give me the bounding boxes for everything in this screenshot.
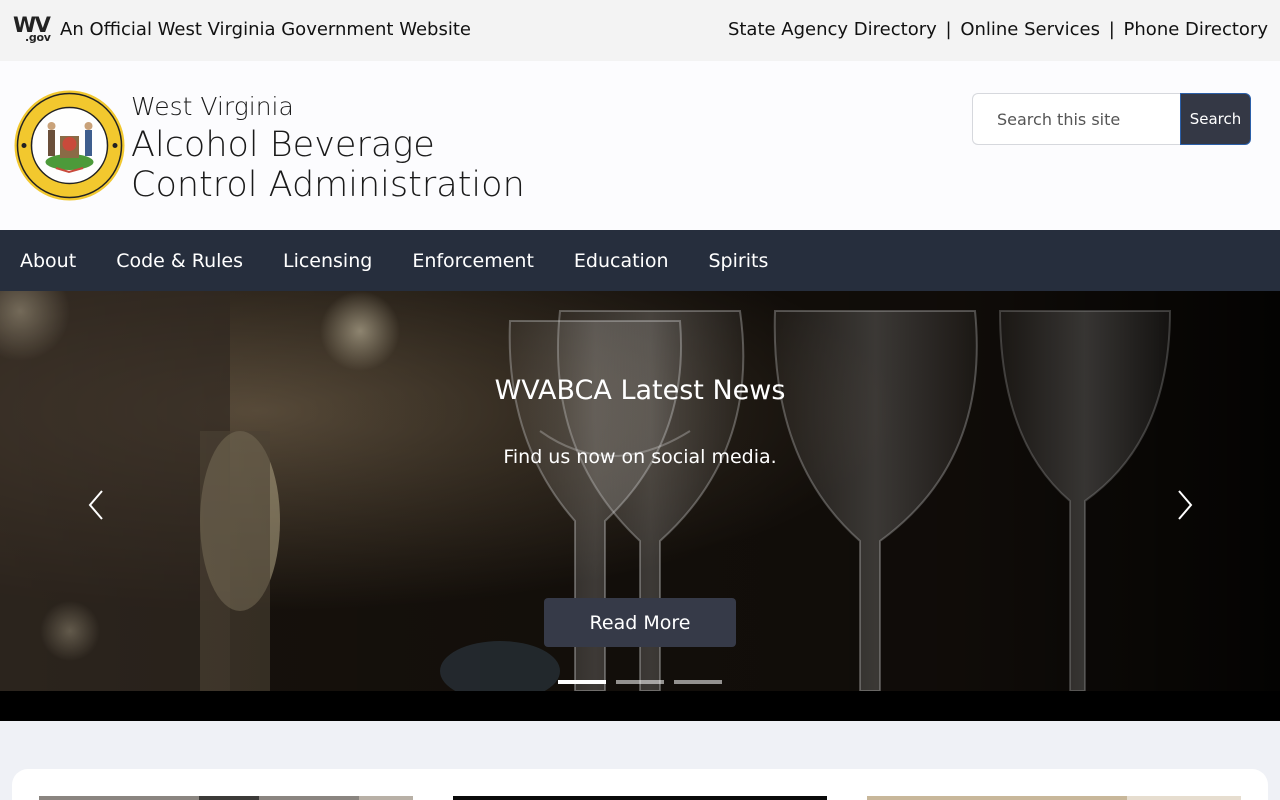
nav-item-code-rules[interactable]: Code & Rules: [96, 230, 263, 291]
main-nav: About Code & Rules Licensing Enforcement…: [0, 230, 1280, 291]
official-site-text: An Official West Virginia Government Web…: [60, 19, 471, 40]
chevron-left-icon[interactable]: [82, 487, 112, 523]
search-input[interactable]: [972, 93, 1181, 145]
nav-item-enforcement[interactable]: Enforcement: [392, 230, 554, 291]
site-search: Search: [972, 93, 1251, 145]
search-button[interactable]: Search: [1180, 93, 1251, 145]
state-seal-icon[interactable]: [14, 90, 125, 201]
agency-name-line1: West Virginia: [131, 92, 294, 121]
state-agency-directory-link[interactable]: State Agency Directory: [728, 19, 937, 40]
agency-name-line2: Alcohol Beverage: [131, 125, 435, 165]
nav-item-licensing[interactable]: Licensing: [263, 230, 392, 291]
online-services-link[interactable]: Online Services: [960, 19, 1100, 40]
gov-links: State Agency Directory | Online Services…: [728, 19, 1268, 40]
agency-name-line3: Control Administration: [131, 165, 525, 205]
carousel-indicator[interactable]: [674, 680, 722, 684]
link-separator: |: [1108, 19, 1115, 40]
carousel-indicators: [558, 680, 722, 684]
card-image[interactable]: [867, 796, 1241, 800]
feature-cards: [12, 769, 1268, 800]
carousel-indicator[interactable]: [558, 680, 606, 684]
read-more-button[interactable]: Read More: [544, 598, 736, 647]
nav-item-spirits[interactable]: Spirits: [689, 230, 789, 291]
wv-logo-sub: .gov: [25, 31, 51, 44]
carousel-title: WVABCA Latest News: [494, 375, 786, 406]
wv-gov-logo[interactable]: WV .gov: [13, 15, 51, 45]
gov-banner: WV .gov An Official West Virginia Govern…: [0, 0, 1280, 61]
card-image[interactable]: [453, 796, 827, 800]
card-image[interactable]: [39, 796, 413, 800]
carousel-subtitle: Find us now on social media.: [503, 446, 777, 468]
chevron-right-icon[interactable]: [1169, 487, 1199, 523]
carousel-indicator[interactable]: [616, 680, 664, 684]
nav-item-education[interactable]: Education: [554, 230, 689, 291]
news-carousel: WVABCA Latest News Find us now on social…: [0, 291, 1280, 691]
site-header: West Virginia Alcohol Beverage Control A…: [0, 61, 1280, 230]
link-separator: |: [945, 19, 952, 40]
carousel-bottom-strip: [0, 691, 1280, 721]
phone-directory-link[interactable]: Phone Directory: [1124, 19, 1268, 40]
agency-name[interactable]: West Virginia Alcohol Beverage Control A…: [131, 92, 525, 206]
nav-item-about[interactable]: About: [0, 230, 96, 291]
